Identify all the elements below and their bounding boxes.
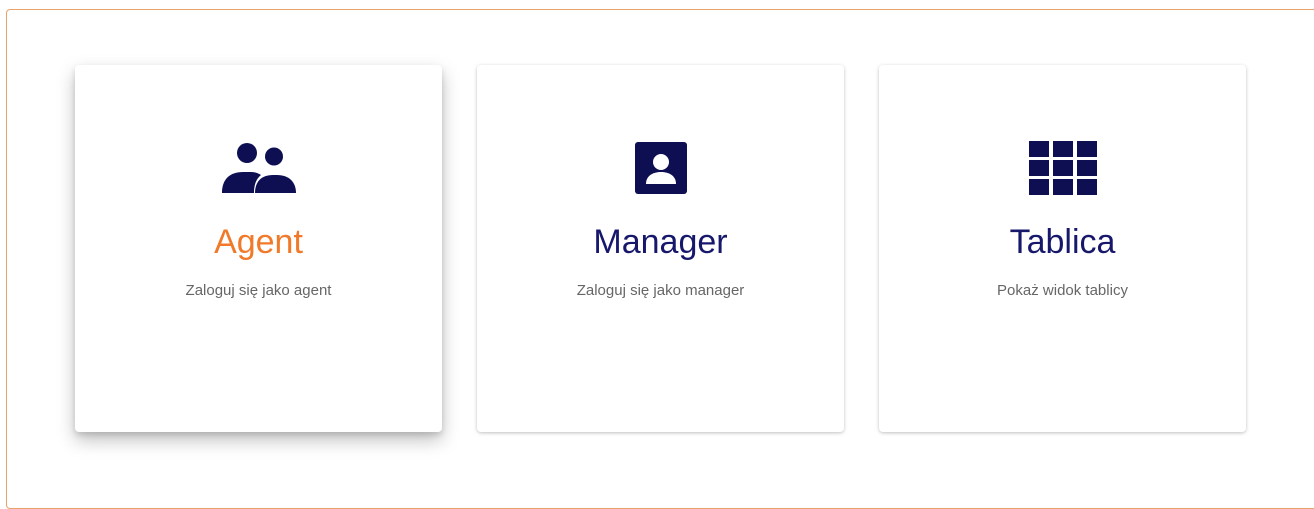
agent-subtitle: Zaloguj się jako agent	[185, 282, 332, 299]
tablica-card[interactable]: Tablica Pokaż widok tablicy	[879, 65, 1246, 432]
people-icon	[221, 140, 297, 196]
agent-title: Agent	[214, 223, 303, 261]
tablica-title: Tablica	[1009, 223, 1116, 261]
grid-icon	[1028, 140, 1097, 196]
manager-subtitle: Zaloguj się jako manager	[576, 282, 745, 299]
account-box-icon	[634, 140, 688, 196]
agent-card[interactable]: Agent Zaloguj się jako agent	[75, 65, 442, 432]
manager-title: Manager	[593, 223, 728, 261]
manager-card[interactable]: Manager Zaloguj się jako manager	[477, 65, 844, 432]
tablica-subtitle: Pokaż widok tablicy	[997, 282, 1128, 299]
